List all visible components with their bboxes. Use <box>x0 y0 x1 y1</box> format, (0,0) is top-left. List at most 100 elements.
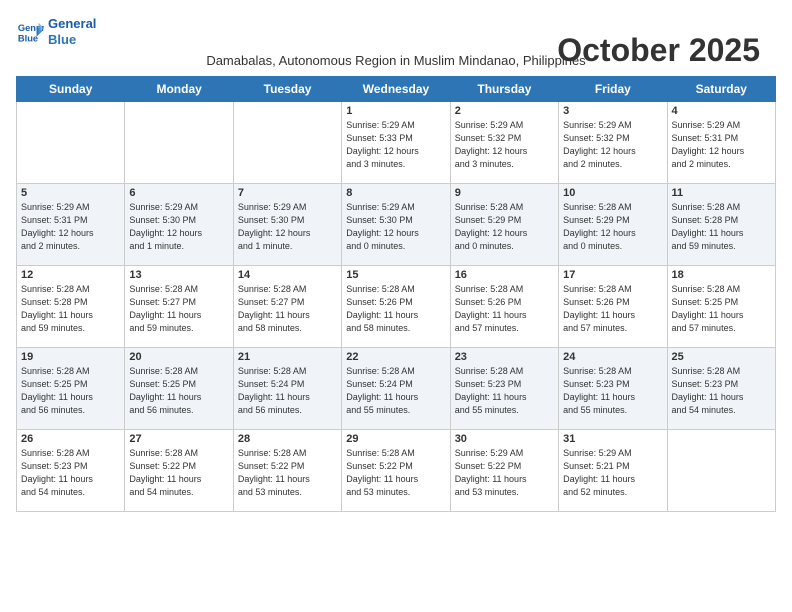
day-info: Sunrise: 5:28 AM Sunset: 5:22 PM Dayligh… <box>129 447 228 499</box>
calendar-week-4: 19 Sunrise: 5:28 AM Sunset: 5:25 PM Dayli… <box>17 348 776 430</box>
calendar-cell: 3Sunrise: 5:29 AM Sunset: 5:32 PM Daylig… <box>559 102 667 184</box>
calendar-cell: 15 Sunrise: 5:28 AM Sunset: 5:26 PM Dayli… <box>342 266 450 348</box>
day-info: Sunrise: 5:29 AM Sunset: 5:30 PM Dayligh… <box>129 201 228 253</box>
day-number: 26 <box>21 433 120 445</box>
day-info: Sunrise: 5:28 AM Sunset: 5:28 PM Dayligh… <box>21 283 120 335</box>
day-info: Sunrise: 5:28 AM Sunset: 5:26 PM Dayligh… <box>563 283 662 335</box>
day-number: 30 <box>455 433 554 445</box>
day-number: 24 <box>563 351 662 363</box>
day-number: 29 <box>346 433 445 445</box>
day-info: Sunrise: 5:28 AM Sunset: 5:29 PM Dayligh… <box>455 201 554 253</box>
calendar-cell <box>17 102 125 184</box>
calendar-cell: 29 Sunrise: 5:28 AM Sunset: 5:22 PM Dayli… <box>342 430 450 512</box>
day-info: Sunrise: 5:28 AM Sunset: 5:23 PM Dayligh… <box>563 365 662 417</box>
day-info: Sunrise: 5:28 AM Sunset: 5:29 PM Dayligh… <box>563 201 662 253</box>
logo: General Blue General Blue <box>16 16 96 47</box>
day-number: 9 <box>455 187 554 199</box>
day-info: Sunrise: 5:28 AM Sunset: 5:27 PM Dayligh… <box>129 283 228 335</box>
day-info: Sunrise: 5:29 AM Sunset: 5:30 PM Dayligh… <box>346 201 445 253</box>
calendar-cell: 20 Sunrise: 5:28 AM Sunset: 5:25 PM Dayli… <box>125 348 233 430</box>
calendar-cell: 10 Sunrise: 5:28 AM Sunset: 5:29 PM Dayli… <box>559 184 667 266</box>
day-number: 8 <box>346 187 445 199</box>
day-number: 13 <box>129 269 228 281</box>
day-info: Sunrise: 5:28 AM Sunset: 5:25 PM Dayligh… <box>129 365 228 417</box>
calendar-week-5: 26 Sunrise: 5:28 AM Sunset: 5:23 PM Dayli… <box>17 430 776 512</box>
weekday-header-wednesday: Wednesday <box>342 77 450 102</box>
weekday-header-friday: Friday <box>559 77 667 102</box>
calendar-cell: 16 Sunrise: 5:28 AM Sunset: 5:26 PM Dayli… <box>450 266 558 348</box>
day-info: Sunrise: 5:29 AM Sunset: 5:33 PM Dayligh… <box>346 119 445 171</box>
calendar-cell: 5Sunrise: 5:29 AM Sunset: 5:31 PM Daylig… <box>17 184 125 266</box>
svg-text:Blue: Blue <box>18 33 38 43</box>
calendar-cell: 19 Sunrise: 5:28 AM Sunset: 5:25 PM Dayli… <box>17 348 125 430</box>
calendar-cell: 21Sunrise: 5:28 AM Sunset: 5:24 PM Dayli… <box>233 348 341 430</box>
calendar-cell: 8 Sunrise: 5:29 AM Sunset: 5:30 PM Daylig… <box>342 184 450 266</box>
day-number: 17 <box>563 269 662 281</box>
day-number: 18 <box>672 269 771 281</box>
calendar-cell: 12 Sunrise: 5:28 AM Sunset: 5:28 PM Dayli… <box>17 266 125 348</box>
calendar-cell: 25Sunrise: 5:28 AM Sunset: 5:23 PM Dayli… <box>667 348 775 430</box>
day-number: 28 <box>238 433 337 445</box>
day-info: Sunrise: 5:29 AM Sunset: 5:31 PM Dayligh… <box>672 119 771 171</box>
day-info: Sunrise: 5:28 AM Sunset: 5:25 PM Dayligh… <box>672 283 771 335</box>
day-number: 5 <box>21 187 120 199</box>
weekday-header-tuesday: Tuesday <box>233 77 341 102</box>
day-info: Sunrise: 5:28 AM Sunset: 5:27 PM Dayligh… <box>238 283 337 335</box>
logo-line2: Blue <box>48 32 96 48</box>
day-info: Sunrise: 5:28 AM Sunset: 5:23 PM Dayligh… <box>455 365 554 417</box>
day-number: 23 <box>455 351 554 363</box>
calendar-week-3: 12 Sunrise: 5:28 AM Sunset: 5:28 PM Dayli… <box>17 266 776 348</box>
month-title: October 2025 <box>557 32 760 69</box>
day-number: 12 <box>21 269 120 281</box>
day-number: 19 <box>21 351 120 363</box>
calendar-cell: 31Sunrise: 5:29 AM Sunset: 5:21 PM Dayli… <box>559 430 667 512</box>
calendar-body: 1Sunrise: 5:29 AM Sunset: 5:33 PM Daylig… <box>17 102 776 512</box>
logo-line1: General <box>48 16 96 32</box>
day-info: Sunrise: 5:29 AM Sunset: 5:21 PM Dayligh… <box>563 447 662 499</box>
calendar-cell: 6Sunrise: 5:29 AM Sunset: 5:30 PM Daylig… <box>125 184 233 266</box>
weekday-header-sunday: Sunday <box>17 77 125 102</box>
day-info: Sunrise: 5:28 AM Sunset: 5:23 PM Dayligh… <box>21 447 120 499</box>
calendar-cell: 11Sunrise: 5:28 AM Sunset: 5:28 PM Dayli… <box>667 184 775 266</box>
weekday-header-monday: Monday <box>125 77 233 102</box>
day-info: Sunrise: 5:28 AM Sunset: 5:26 PM Dayligh… <box>346 283 445 335</box>
calendar-cell: 24 Sunrise: 5:28 AM Sunset: 5:23 PM Dayli… <box>559 348 667 430</box>
calendar-cell <box>233 102 341 184</box>
day-number: 20 <box>129 351 228 363</box>
calendar-week-1: 1Sunrise: 5:29 AM Sunset: 5:33 PM Daylig… <box>17 102 776 184</box>
calendar-cell: 1Sunrise: 5:29 AM Sunset: 5:33 PM Daylig… <box>342 102 450 184</box>
calendar-cell: 4 Sunrise: 5:29 AM Sunset: 5:31 PM Daylig… <box>667 102 775 184</box>
day-number: 7 <box>238 187 337 199</box>
day-number: 4 <box>672 105 771 117</box>
day-number: 10 <box>563 187 662 199</box>
weekday-header-thursday: Thursday <box>450 77 558 102</box>
calendar-cell: 18 Sunrise: 5:28 AM Sunset: 5:25 PM Dayli… <box>667 266 775 348</box>
calendar-cell: 13 Sunrise: 5:28 AM Sunset: 5:27 PM Dayli… <box>125 266 233 348</box>
day-info: Sunrise: 5:29 AM Sunset: 5:30 PM Dayligh… <box>238 201 337 253</box>
day-number: 3 <box>563 105 662 117</box>
day-info: Sunrise: 5:28 AM Sunset: 5:24 PM Dayligh… <box>346 365 445 417</box>
title-section: October 2025 <box>557 32 760 69</box>
day-info: Sunrise: 5:28 AM Sunset: 5:22 PM Dayligh… <box>346 447 445 499</box>
logo-icon: General Blue <box>16 18 44 46</box>
calendar-cell: 9 Sunrise: 5:28 AM Sunset: 5:29 PM Daylig… <box>450 184 558 266</box>
day-number: 27 <box>129 433 228 445</box>
calendar-cell: 27 Sunrise: 5:28 AM Sunset: 5:22 PM Dayli… <box>125 430 233 512</box>
day-number: 15 <box>346 269 445 281</box>
calendar-table: SundayMondayTuesdayWednesdayThursdayFrid… <box>16 76 776 512</box>
day-info: Sunrise: 5:28 AM Sunset: 5:26 PM Dayligh… <box>455 283 554 335</box>
day-info: Sunrise: 5:28 AM Sunset: 5:22 PM Dayligh… <box>238 447 337 499</box>
calendar-cell: 14Sunrise: 5:28 AM Sunset: 5:27 PM Dayli… <box>233 266 341 348</box>
day-number: 11 <box>672 187 771 199</box>
day-info: Sunrise: 5:28 AM Sunset: 5:25 PM Dayligh… <box>21 365 120 417</box>
day-info: Sunrise: 5:28 AM Sunset: 5:24 PM Dayligh… <box>238 365 337 417</box>
weekday-header: SundayMondayTuesdayWednesdayThursdayFrid… <box>17 77 776 102</box>
day-number: 22 <box>346 351 445 363</box>
calendar-cell <box>125 102 233 184</box>
calendar-week-2: 5Sunrise: 5:29 AM Sunset: 5:31 PM Daylig… <box>17 184 776 266</box>
calendar-cell: 30Sunrise: 5:29 AM Sunset: 5:22 PM Dayli… <box>450 430 558 512</box>
calendar-cell: 2Sunrise: 5:29 AM Sunset: 5:32 PM Daylig… <box>450 102 558 184</box>
calendar-cell: 23 Sunrise: 5:28 AM Sunset: 5:23 PM Dayli… <box>450 348 558 430</box>
day-info: Sunrise: 5:29 AM Sunset: 5:32 PM Dayligh… <box>455 119 554 171</box>
day-number: 16 <box>455 269 554 281</box>
